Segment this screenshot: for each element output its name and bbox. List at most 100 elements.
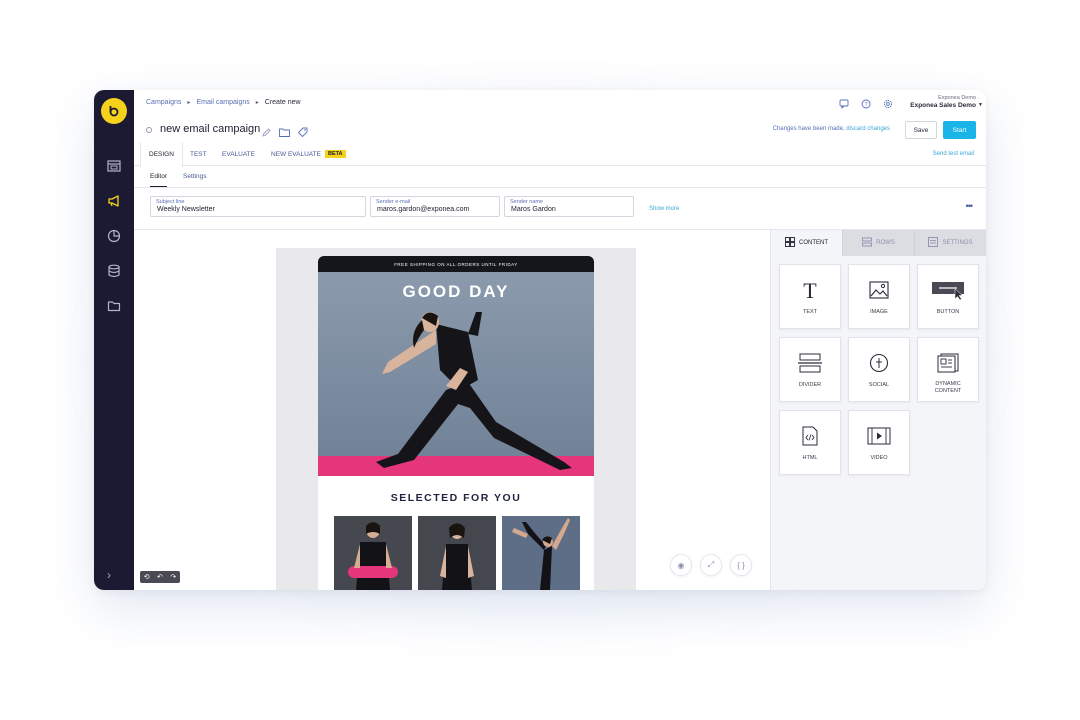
tab-new-evaluate-label: NEW EVALUATE bbox=[271, 150, 321, 158]
analytics-pie-icon[interactable] bbox=[104, 226, 124, 246]
breadcrumb-campaigns[interactable]: Campaigns bbox=[146, 99, 181, 106]
yoga-pose-illustration bbox=[376, 312, 572, 470]
app-logo[interactable] bbox=[101, 98, 127, 124]
settings-list-icon bbox=[928, 237, 939, 249]
folder-icon[interactable] bbox=[279, 124, 290, 142]
app-window: › Campaigns ▸ Email campaigns ▸ Create n… bbox=[94, 90, 986, 590]
promo-bar[interactable]: FREE SHIPPING ON ALL ORDERS UNTIL FRIDAY bbox=[318, 256, 594, 272]
sender-email-field[interactable]: Sender e-mail maros.gardon@exponea.com bbox=[370, 196, 500, 217]
hero-title[interactable]: GOOD DAY bbox=[318, 282, 594, 302]
discard-changes-link[interactable]: discard changes bbox=[846, 126, 890, 132]
email-preview: FREE SHIPPING ON ALL ORDERS UNTIL FRIDAY bbox=[318, 256, 594, 590]
history-icon[interactable]: ⟲ bbox=[144, 573, 150, 581]
breadcrumb: Campaigns ▸ Email campaigns ▸ Create new bbox=[146, 99, 301, 106]
panel-tab-settings[interactable]: SETTINGS bbox=[915, 230, 986, 256]
product-image-1[interactable] bbox=[334, 516, 412, 590]
main-tabs: DESIGN TEST EVALUATE NEW EVALUATE BETA S… bbox=[134, 142, 986, 167]
history-controls: ⟲ ↶ ↷ bbox=[140, 571, 180, 583]
title-icons bbox=[262, 124, 308, 142]
settings-gear-icon[interactable] bbox=[882, 98, 894, 110]
redo-icon[interactable]: ↷ bbox=[170, 573, 176, 581]
caret-down-icon: ▼ bbox=[978, 102, 983, 108]
code-braces-icon[interactable]: { } bbox=[730, 554, 752, 576]
block-image[interactable]: IMAGE bbox=[848, 264, 910, 329]
button-icon bbox=[918, 279, 978, 301]
top-bar: Campaigns ▸ Email campaigns ▸ Create new… bbox=[134, 90, 986, 118]
panel-tab-settings-label: SETTINGS bbox=[942, 240, 973, 246]
expand-sidebar-chevron-icon[interactable]: › bbox=[107, 568, 111, 582]
product-image-3[interactable] bbox=[502, 516, 580, 590]
chevron-right-icon: ▸ bbox=[187, 100, 191, 106]
status-dot-icon bbox=[146, 127, 152, 133]
block-html-label: HTML bbox=[802, 455, 818, 461]
panel-tab-rows[interactable]: ROWS bbox=[843, 230, 915, 256]
chat-icon[interactable] bbox=[838, 98, 850, 110]
save-button[interactable]: Save bbox=[905, 121, 937, 139]
subtab-settings[interactable]: Settings bbox=[183, 173, 207, 180]
editor-canvas: FREE SHIPPING ON ALL ORDERS UNTIL FRIDAY bbox=[134, 230, 770, 590]
top-icons: ? bbox=[838, 98, 894, 110]
dynamic-content-icon bbox=[918, 352, 978, 374]
beta-badge: BETA bbox=[324, 150, 346, 158]
more-options-icon[interactable]: ••• bbox=[966, 201, 974, 211]
breadcrumb-email-campaigns[interactable]: Email campaigns bbox=[196, 99, 249, 106]
block-social[interactable]: SOCIAL bbox=[848, 337, 910, 402]
subject-line-field[interactable]: Subject line Weekly Newsletter bbox=[150, 196, 366, 217]
hero-image[interactable]: GOOD DAY bbox=[318, 272, 594, 476]
undo-icon[interactable]: ↶ bbox=[157, 573, 163, 581]
subject-line-label: Subject line bbox=[156, 199, 185, 205]
email-preview-background: FREE SHIPPING ON ALL ORDERS UNTIL FRIDAY bbox=[276, 248, 636, 590]
edit-pencil-icon[interactable] bbox=[262, 124, 271, 142]
grid-icon bbox=[785, 237, 795, 249]
folder-icon[interactable] bbox=[104, 296, 124, 316]
account-project: Exponea Sales Demo bbox=[910, 102, 976, 109]
sender-name-field[interactable]: Sender name Maros Gardon bbox=[504, 196, 634, 217]
start-button[interactable]: Start bbox=[943, 121, 976, 139]
send-test-email-link[interactable]: Send test email bbox=[933, 151, 974, 157]
panel-tab-content-label: CONTENT bbox=[799, 240, 828, 246]
block-video-label: VIDEO bbox=[870, 455, 888, 461]
selected-for-you-heading[interactable]: SELECTED FOR YOU bbox=[318, 492, 594, 504]
block-divider[interactable]: DIVIDER bbox=[779, 337, 841, 402]
sender-email-label: Sender e-mail bbox=[376, 199, 411, 205]
block-text[interactable]: T TEXT bbox=[779, 264, 841, 329]
subject-line-value: Weekly Newsletter bbox=[157, 206, 215, 213]
breadcrumb-current: Create new bbox=[264, 99, 301, 106]
campaign-title-row: new email campaign Changes have been mad… bbox=[134, 118, 986, 142]
divider-icon bbox=[780, 352, 840, 374]
tab-evaluate[interactable]: EVALUATE bbox=[214, 142, 263, 166]
show-more-link[interactable]: Show more bbox=[649, 206, 679, 212]
tab-test[interactable]: TEST bbox=[182, 142, 215, 166]
help-icon[interactable]: ? bbox=[860, 98, 872, 110]
preview-eye-icon[interactable]: ◉ bbox=[670, 554, 692, 576]
editor-subtabs: Editor Settings bbox=[134, 166, 986, 188]
content-blocks: T TEXT IMAGE BUTTON DIVIDER SOCIAL DYNAM… bbox=[779, 264, 979, 475]
block-dynamic-content[interactable]: DYNAMIC CONTENT bbox=[917, 337, 979, 402]
text-icon: T bbox=[780, 279, 840, 301]
campaigns-megaphone-icon[interactable] bbox=[104, 191, 124, 211]
tab-design[interactable]: DESIGN bbox=[140, 142, 183, 167]
content-panel: CONTENT ROWS SETTINGS T TEXT IMAGE BUTTO… bbox=[770, 230, 986, 590]
dashboard-icon[interactable] bbox=[104, 156, 124, 176]
status-message: Changes have been made, bbox=[772, 126, 845, 132]
account-switcher[interactable]: Exponea Demo Exponea Sales Demo ▼ bbox=[910, 95, 983, 109]
tab-new-evaluate[interactable]: NEW EVALUATE BETA bbox=[263, 142, 354, 166]
sender-name-label: Sender name bbox=[510, 199, 544, 205]
campaign-title[interactable]: new email campaign bbox=[160, 123, 260, 135]
product-grid bbox=[334, 516, 580, 590]
html-file-icon bbox=[780, 425, 840, 447]
tag-icon[interactable] bbox=[297, 124, 308, 142]
product-image-2[interactable] bbox=[418, 516, 496, 590]
block-html[interactable]: HTML bbox=[779, 410, 841, 475]
subtab-editor[interactable]: Editor bbox=[150, 173, 167, 187]
chevron-right-icon: ▸ bbox=[255, 100, 259, 106]
svg-text:?: ? bbox=[864, 102, 867, 108]
video-icon bbox=[849, 425, 909, 447]
panel-tab-content[interactable]: CONTENT bbox=[771, 230, 843, 256]
block-button[interactable]: BUTTON bbox=[917, 264, 979, 329]
sender-name-value: Maros Gardon bbox=[511, 206, 556, 213]
database-icon[interactable] bbox=[104, 261, 124, 281]
block-image-label: IMAGE bbox=[870, 309, 888, 315]
fullscreen-expand-icon[interactable]: ⤢ bbox=[700, 554, 722, 576]
block-video[interactable]: VIDEO bbox=[848, 410, 910, 475]
